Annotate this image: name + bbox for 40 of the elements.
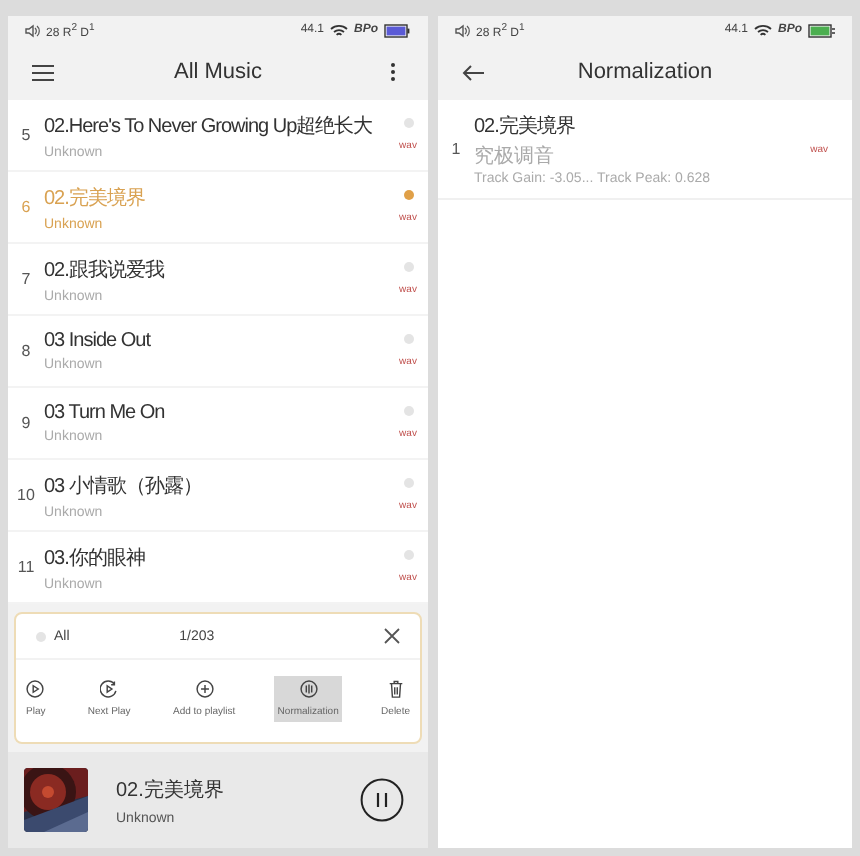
track-number: 5 xyxy=(19,126,33,144)
select-dot[interactable] xyxy=(403,550,413,560)
select-all-radio[interactable] xyxy=(36,631,46,641)
screen-title: Normalization xyxy=(577,60,713,84)
wifi-icon xyxy=(330,23,348,37)
select-dot[interactable] xyxy=(403,190,413,200)
screen-title: All Music xyxy=(173,60,262,84)
track-title[interactable]: 02.Here's To Never Growing Up超绝长大 xyxy=(44,111,373,139)
track-title[interactable]: 03.你的眼神 xyxy=(44,543,145,571)
play-icon xyxy=(26,680,45,698)
track-title[interactable]: 02.跟我说爱我 xyxy=(44,255,164,283)
track-number: 11 xyxy=(15,558,37,576)
trash-icon xyxy=(387,680,404,698)
track-number: 7 xyxy=(19,270,33,288)
track-title[interactable]: 03 小情歌（孙露） xyxy=(44,471,202,499)
select-dot[interactable] xyxy=(403,478,413,488)
wifi-icon xyxy=(754,23,772,37)
select-dot[interactable] xyxy=(403,406,413,416)
next-play-icon xyxy=(100,680,119,698)
select-dot[interactable] xyxy=(403,118,413,128)
speaker-icon xyxy=(24,23,40,37)
track-title[interactable]: 03 Turn Me On xyxy=(44,402,165,424)
album-name: 究极调音 xyxy=(474,143,554,170)
track-number: 6 xyxy=(19,198,33,216)
close-icon[interactable] xyxy=(384,628,400,644)
track-number: 8 xyxy=(19,342,33,360)
select-dot[interactable] xyxy=(403,334,413,344)
track-title: 02.完美境界 xyxy=(474,113,575,140)
back-arrow-icon[interactable] xyxy=(462,63,484,81)
menu-icon[interactable] xyxy=(32,63,54,81)
track-number: 10 xyxy=(15,486,37,504)
pause-button[interactable] xyxy=(360,778,404,822)
item-number: 1 xyxy=(449,140,463,158)
select-dot[interactable] xyxy=(403,262,413,272)
speaker-icon xyxy=(454,23,470,37)
add-icon xyxy=(195,680,214,698)
normalize-icon xyxy=(299,680,318,698)
track-title[interactable]: 03 Inside Out xyxy=(44,330,150,352)
now-playing-title: 02.完美境界 xyxy=(116,777,224,803)
track-number: 9 xyxy=(19,414,33,432)
